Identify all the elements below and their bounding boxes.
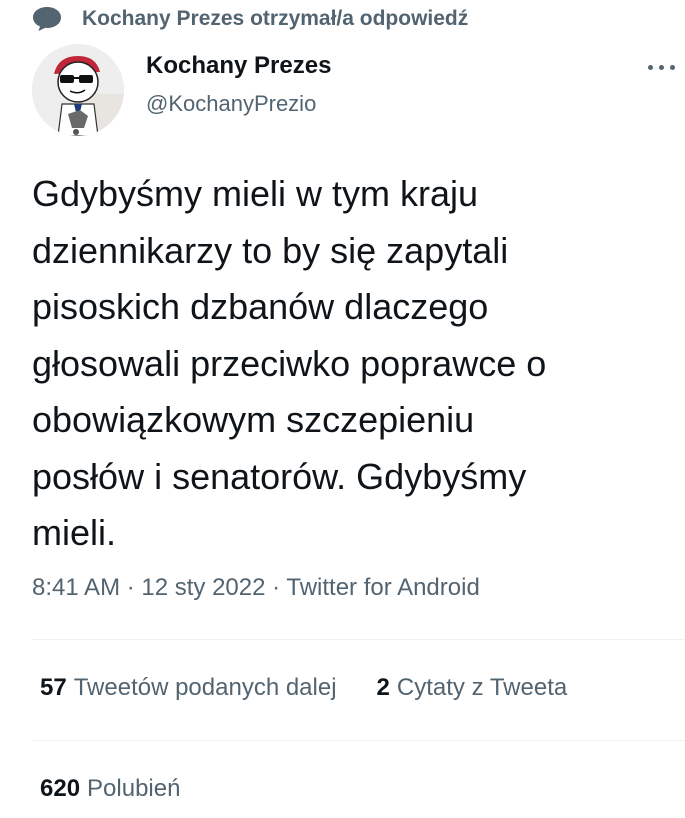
likes-label: Polubień bbox=[87, 775, 181, 802]
more-dot bbox=[670, 64, 675, 70]
speech-bubble-icon bbox=[33, 7, 61, 31]
social-context[interactable]: Kochany Prezes otrzymał/a odpowiedź bbox=[32, 6, 468, 32]
avatar[interactable] bbox=[32, 44, 124, 136]
likes-count: 620 bbox=[40, 775, 81, 802]
retweets-count: 57 bbox=[40, 674, 67, 701]
cartoon-avatar-icon bbox=[32, 44, 124, 136]
retweets-label: Tweetów podanych dalej bbox=[73, 674, 337, 701]
quotes-label: Cytaty z Tweeta bbox=[396, 674, 568, 701]
tweet-meta[interactable]: 8:41 AM · 12 sty 2022 · Twitter for Andr… bbox=[32, 574, 480, 602]
divider bbox=[32, 639, 685, 640]
quotes-stat[interactable]: 2 Cytaty z Tweeta bbox=[377, 674, 568, 702]
divider bbox=[32, 740, 685, 741]
retweets-stat[interactable]: 57 Tweetów podanych dalej bbox=[40, 674, 337, 702]
quotes-count: 2 bbox=[376, 674, 390, 701]
tweet-text: Gdybyśmy mieli w tym kraju dziennikarzy … bbox=[32, 173, 547, 553]
more-dot bbox=[648, 64, 653, 70]
likes-stat[interactable]: 620 Polubień bbox=[40, 775, 180, 803]
author-handle[interactable]: @KochanyPrezio bbox=[146, 91, 316, 117]
author-display-name[interactable]: Kochany Prezes bbox=[146, 52, 331, 80]
social-context-text: Kochany Prezes otrzymał/a odpowiedź bbox=[82, 7, 469, 30]
more-dot bbox=[659, 64, 664, 70]
more-options-icon[interactable] bbox=[648, 60, 682, 74]
engagement-stats: 57 Tweetów podanych dalej 2 Cytaty z Twe… bbox=[40, 674, 567, 702]
